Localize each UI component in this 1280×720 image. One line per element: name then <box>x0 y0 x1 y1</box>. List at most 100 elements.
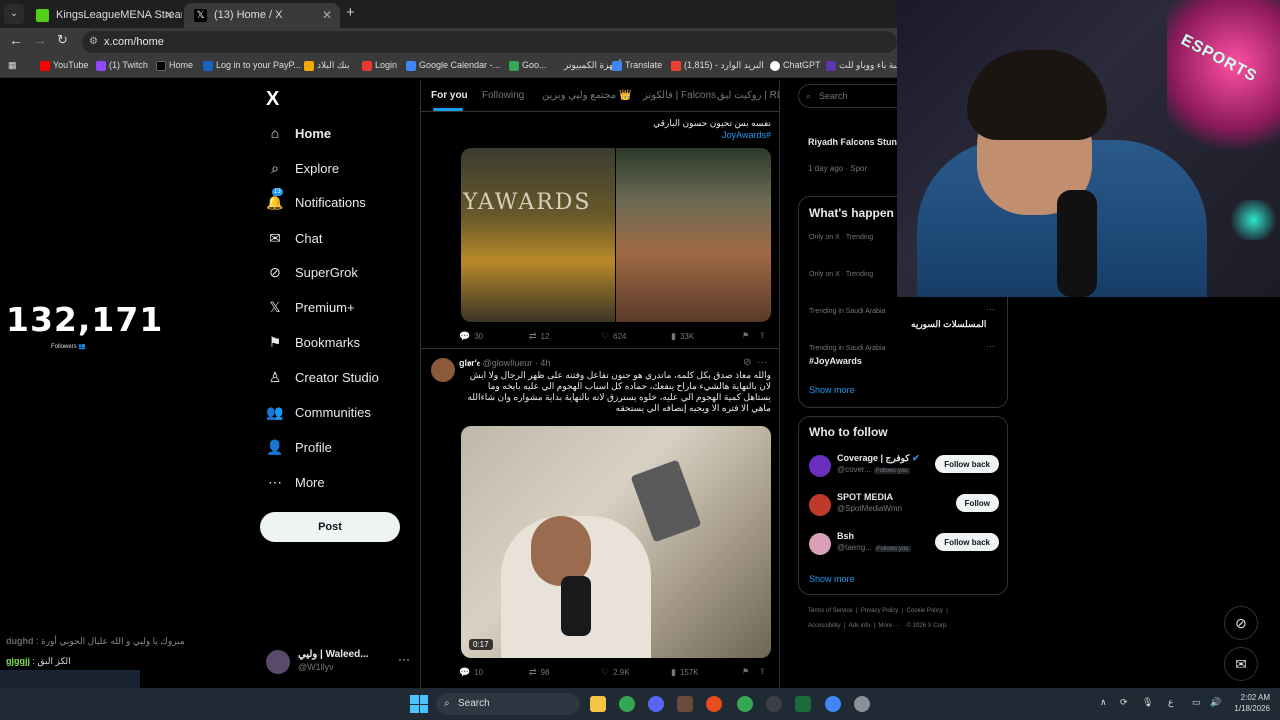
clock[interactable]: 2:02 AM 1/18/2026 <box>1226 692 1270 714</box>
grok-icon[interactable]: ⊘ <box>743 357 751 368</box>
tab-for-you[interactable]: For you <box>431 90 468 101</box>
show-more-link[interactable]: Show more <box>809 574 855 584</box>
nav-profile[interactable]: 👤 Profile <box>266 433 332 461</box>
taskbar-search[interactable]: ⌕ Search <box>436 693 580 715</box>
chrome-icon[interactable] <box>619 696 635 712</box>
follow-back-button[interactable]: Follow back <box>935 533 999 551</box>
nav-supergrok[interactable]: ⊘ SuperGrok <box>266 258 358 286</box>
avatar[interactable] <box>431 358 455 382</box>
footer-link[interactable]: Accessibility <box>808 623 841 629</box>
nav-premium[interactable]: 𝕏 Premium+ <box>266 293 354 321</box>
bookmark-chatgpt[interactable]: ChatGPT <box>770 60 821 71</box>
app-icon[interactable] <box>706 696 722 712</box>
site-info-icon[interactable]: ⚙ <box>89 31 98 53</box>
browser-tab-kingsleague[interactable]: KingsLeagueMENA Stream - W ✕ <box>26 3 182 28</box>
show-more-link[interactable]: Show more <box>809 385 855 395</box>
app-icon[interactable] <box>677 696 693 712</box>
retweet-button[interactable]: ⇄ 98 <box>529 667 549 678</box>
nav-explore[interactable]: ⌕ Explore <box>266 154 339 182</box>
more-icon[interactable]: ··· <box>757 357 767 368</box>
footer-link[interactable]: Terms of Service <box>808 608 853 614</box>
file-explorer-icon[interactable] <box>590 696 606 712</box>
follow-suggestion[interactable]: Bsh @taeng... Follows you Follow back <box>809 531 999 559</box>
more-icon[interactable]: ··· <box>986 341 995 351</box>
footer-link[interactable]: Ads info <box>849 623 871 629</box>
back-arrow-icon[interactable]: ← <box>9 32 23 48</box>
grok-button[interactable]: ⊘ <box>1224 606 1258 640</box>
bookmark-google[interactable]: Goo... <box>509 60 547 71</box>
chrome-icon[interactable] <box>737 696 753 712</box>
messages-button[interactable]: ✉ <box>1224 647 1258 681</box>
chrome-icon[interactable] <box>825 696 841 712</box>
close-tab-icon[interactable]: ✕ <box>322 3 332 28</box>
keyboard-language[interactable]: ع <box>1168 697 1173 708</box>
reply-button[interactable]: 💬 10 <box>459 667 483 678</box>
network-icon[interactable]: ▭ <box>1192 697 1201 708</box>
footer-link[interactable]: More ··· <box>879 623 900 629</box>
tweet-hashtag-link[interactable]: #JoyAwards <box>461 130 771 141</box>
forward-arrow-icon[interactable]: → <box>33 32 47 48</box>
share-icon[interactable]: ⇪ <box>759 667 766 676</box>
views-button[interactable]: ▮ 33K <box>671 331 694 342</box>
retweet-button[interactable]: ⇄ 12 <box>529 331 549 342</box>
reload-icon[interactable]: ↻ <box>57 32 68 48</box>
bookmark-paypal[interactable]: Log in to your PayP... <box>203 60 301 71</box>
tab-falcons[interactable]: فالكونز | Falcons <box>643 90 716 101</box>
more-icon[interactable]: ··· <box>986 304 995 314</box>
follow-button[interactable]: Follow <box>955 494 999 512</box>
post-button[interactable]: Post <box>260 512 400 542</box>
bookmark-x-home[interactable]: Home <box>156 60 193 71</box>
trend-item[interactable]: #JoyAwards <box>809 356 862 366</box>
bookmark-gmail[interactable]: البريد الوارد - (1,815) <box>671 60 764 71</box>
nav-chat[interactable]: ✉ Chat <box>266 224 322 252</box>
nav-home[interactable]: ⌂ Home <box>266 119 331 147</box>
chevron-up-icon[interactable]: ∧ <box>1100 697 1107 708</box>
obs-icon[interactable] <box>766 696 782 712</box>
settings-icon[interactable] <box>854 696 870 712</box>
excel-icon[interactable] <box>795 696 811 712</box>
tab-following[interactable]: Following <box>482 90 524 101</box>
account-switcher[interactable]: وليي | Waleed... @W1llyv ··· <box>266 648 416 676</box>
reply-button[interactable]: 💬 30 <box>459 331 483 342</box>
bookmark-bank[interactable]: بنك البلاد <box>304 60 350 71</box>
bookmark-youtube[interactable]: YouTube <box>40 60 88 71</box>
nav-bookmarks[interactable]: ⚑ Bookmarks <box>266 328 360 356</box>
views-button[interactable]: ▮ 157K <box>671 667 699 678</box>
nav-notifications[interactable]: 🔔 13 Notifications <box>266 188 366 216</box>
discord-icon[interactable] <box>648 696 664 712</box>
tweet-author[interactable]: gl𝖔r'𝔢 <box>459 358 480 368</box>
follow-suggestion[interactable]: SPOT MEDIA @SpotMediaWmn Follow <box>809 492 999 520</box>
footer-link[interactable]: Cookie Policy <box>907 608 943 614</box>
bookmark-twitch[interactable]: (1) Twitch <box>96 60 148 71</box>
address-bar[interactable]: ⚙ x.com/home <box>82 31 897 53</box>
bookmark-icon[interactable]: ⚑ <box>742 331 749 340</box>
new-tab-button[interactable]: + <box>346 4 355 21</box>
tweet-image[interactable] <box>616 148 771 322</box>
follow-back-button[interactable]: Follow back <box>935 455 999 473</box>
like-button[interactable]: ♡ 2.9K <box>601 667 630 678</box>
bookmark-icon[interactable]: ⚑ <box>742 667 749 676</box>
microphone-icon[interactable]: 🎙 <box>1142 697 1153 708</box>
account-more-icon[interactable]: ··· <box>398 652 410 666</box>
tab-community-walee[interactable]: مجتمع وليي وبرين 👑 <box>542 90 631 101</box>
windows-start-icon[interactable] <box>410 695 428 713</box>
bookmark-translate[interactable]: Translate <box>612 60 662 71</box>
nav-communities[interactable]: 👥 Communities <box>266 398 371 426</box>
tab-search-button[interactable]: ⌄ <box>4 4 24 24</box>
tab-rocket-league[interactable]: روكيت ليق | RL <box>717 90 779 101</box>
tweet-image[interactable]: YAWARDS <box>461 148 615 322</box>
share-icon[interactable]: ⇪ <box>759 331 766 340</box>
nav-more[interactable]: ⋯ More <box>266 468 325 496</box>
bookmark-login[interactable]: Login <box>362 60 397 71</box>
browser-tab-x-home[interactable]: 𝕏 (13) Home / X ✕ <box>184 3 340 28</box>
volume-icon[interactable]: 🔊 <box>1210 697 1221 708</box>
sync-icon[interactable]: ⟳ <box>1120 697 1128 708</box>
tweet-video[interactable]: 0:17 <box>461 426 771 658</box>
x-logo-icon[interactable]: X <box>266 88 279 111</box>
footer-link[interactable]: Privacy Policy <box>861 608 898 614</box>
bookmark-computers[interactable]: أجهزة الكمبيوتر <box>551 60 621 71</box>
nav-creator-studio[interactable]: ♙ Creator Studio <box>266 363 379 391</box>
close-tab-icon[interactable]: ✕ <box>164 3 174 28</box>
like-button[interactable]: ♡ 624 <box>601 331 626 342</box>
trend-item[interactable]: المسلسلات السوريه <box>911 319 986 330</box>
